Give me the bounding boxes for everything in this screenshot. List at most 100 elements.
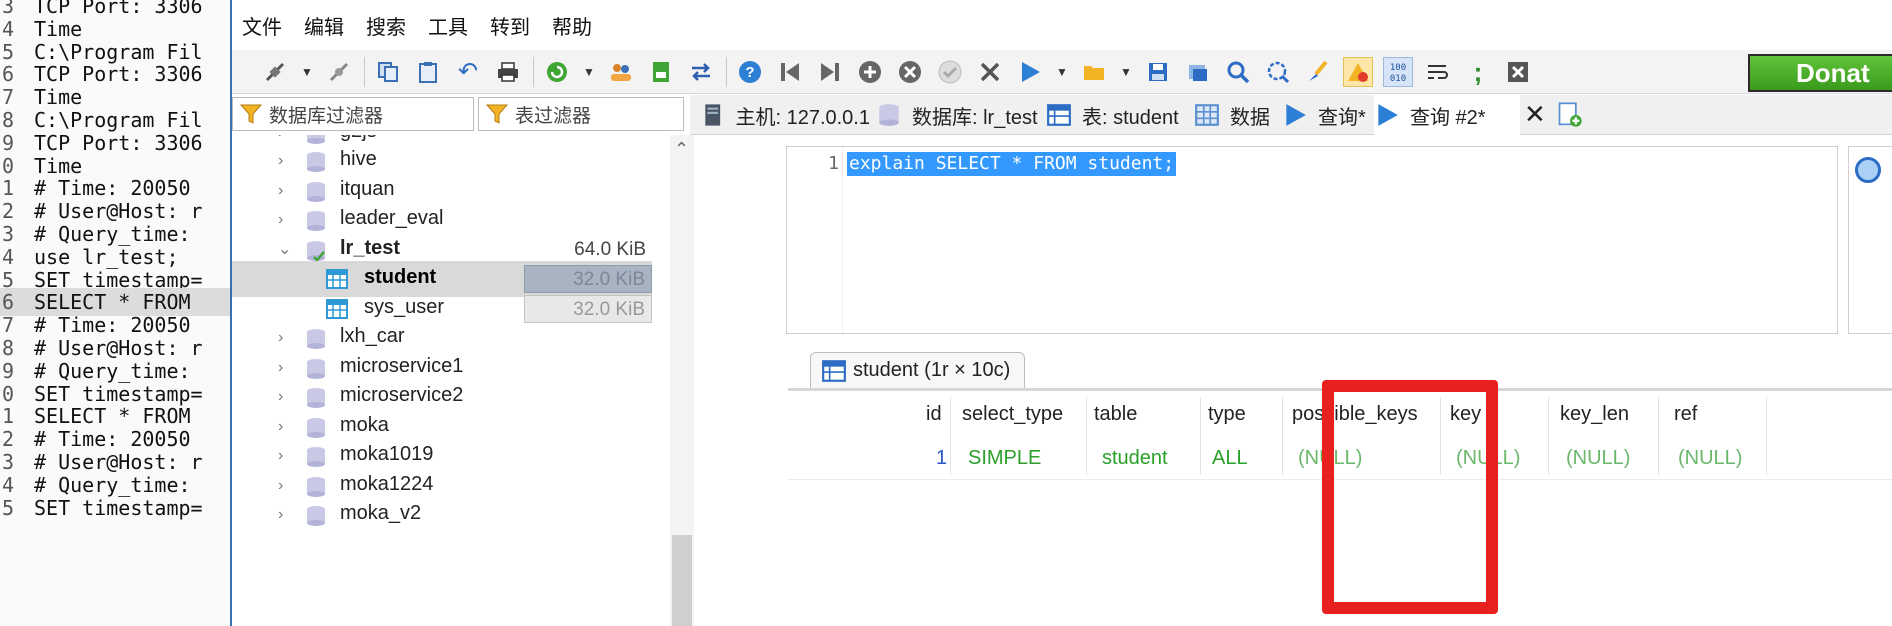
chevron-right-icon[interactable]: › bbox=[278, 418, 292, 436]
dropdown-arrow-icon[interactable]: ▼ bbox=[300, 57, 314, 87]
side-panel-edge bbox=[1848, 146, 1892, 334]
dropdown-arrow-icon[interactable]: ▼ bbox=[1119, 57, 1133, 87]
tree-item-label: student bbox=[364, 266, 437, 288]
database-icon bbox=[879, 104, 899, 126]
chevron-down-icon[interactable]: ⌄ bbox=[278, 241, 292, 259]
close-query-icon[interactable] bbox=[1503, 57, 1533, 87]
grid-cell[interactable]: ALL bbox=[1212, 447, 1248, 470]
grid-cell[interactable]: student bbox=[1102, 447, 1168, 470]
save-snippet-icon[interactable] bbox=[1183, 57, 1213, 87]
last-record-icon[interactable] bbox=[815, 57, 845, 87]
sync-arrows-icon[interactable] bbox=[686, 57, 716, 87]
open-folder-icon[interactable] bbox=[1079, 57, 1109, 87]
disconnect-plug-icon[interactable] bbox=[324, 57, 354, 87]
result-tab[interactable]: student (1r × 10c) bbox=[810, 352, 1026, 388]
word-wrap-icon[interactable] bbox=[1423, 57, 1453, 87]
export-csv-icon[interactable] bbox=[646, 57, 676, 87]
table-filter-placeholder: 表过滤器 bbox=[515, 105, 592, 127]
tab-query-label: 查询* bbox=[1318, 106, 1366, 129]
chevron-right-icon[interactable]: › bbox=[278, 388, 292, 406]
tree-item-label: moka1224 bbox=[340, 473, 434, 495]
table-filter-input[interactable]: 表过滤器 bbox=[478, 97, 684, 131]
user-manager-icon[interactable] bbox=[606, 57, 636, 87]
heidisql-window: 文件 编辑 搜索 工具 转到 帮助 ▼ ↶ ▼ ? ▼ ▼ 100 010 ; … bbox=[232, 0, 1892, 626]
paste-icon[interactable] bbox=[413, 57, 443, 87]
menu-tools[interactable]: 工具 bbox=[428, 11, 468, 40]
format-brush-icon[interactable] bbox=[1303, 57, 1333, 87]
grid-cell[interactable]: SIMPLE bbox=[968, 447, 1041, 470]
help-icon[interactable]: ? bbox=[735, 57, 765, 87]
search-icon[interactable] bbox=[1855, 157, 1881, 183]
close-tab-icon[interactable]: ✕ bbox=[1524, 99, 1546, 130]
execute-query-icon[interactable] bbox=[1015, 57, 1045, 87]
column-header[interactable]: id bbox=[926, 403, 942, 426]
donate-button[interactable]: Donat bbox=[1748, 54, 1892, 92]
tab-data[interactable]: 数据 bbox=[1194, 95, 1274, 135]
connect-plug-icon[interactable] bbox=[260, 57, 290, 87]
column-divider bbox=[1548, 397, 1549, 475]
cancel-x-icon[interactable] bbox=[975, 57, 1005, 87]
database-icon bbox=[307, 477, 325, 497]
save-icon[interactable] bbox=[1143, 57, 1173, 87]
chevron-right-icon[interactable]: › bbox=[278, 135, 292, 142]
insert-row-icon[interactable] bbox=[855, 57, 885, 87]
dropdown-arrow-icon[interactable]: ▼ bbox=[1055, 57, 1069, 87]
tab-query[interactable]: 查询* bbox=[1282, 95, 1372, 135]
column-header[interactable]: select_type bbox=[962, 403, 1063, 426]
find-icon[interactable] bbox=[1223, 57, 1253, 87]
tree-scrollbar[interactable]: ⌃ bbox=[670, 135, 694, 626]
grid-cell[interactable]: 1 bbox=[936, 447, 947, 470]
binary-mode-icon[interactable]: 100 010 bbox=[1383, 56, 1413, 87]
column-header[interactable]: type bbox=[1208, 403, 1246, 426]
chevron-right-icon[interactable]: › bbox=[278, 447, 292, 465]
undo-icon[interactable]: ↶ bbox=[453, 57, 483, 87]
menu-file[interactable]: 文件 bbox=[242, 11, 282, 40]
tab-database[interactable]: 数据库: lr_test bbox=[876, 95, 1040, 135]
log-editor-pane[interactable]: 3 TCP Port: 3306 4 Time 5 C:\Program Fil 6 TCP … bbox=[0, 0, 232, 626]
new-query-tab-icon[interactable] bbox=[1556, 101, 1584, 129]
database-filter-input[interactable]: 数据库过滤器 bbox=[232, 97, 474, 131]
semicolon-delimiter-icon[interactable]: ; bbox=[1463, 57, 1493, 87]
grid-cell[interactable]: (NULL) bbox=[1678, 447, 1742, 470]
post-check-icon[interactable] bbox=[935, 57, 965, 87]
column-header[interactable]: table bbox=[1094, 403, 1137, 426]
query-play-icon bbox=[1378, 104, 1398, 126]
warnings-icon[interactable] bbox=[1343, 56, 1373, 87]
menu-search[interactable]: 搜索 bbox=[366, 11, 406, 40]
delete-row-icon[interactable] bbox=[895, 57, 925, 87]
tree-database-item[interactable]: › moka_v2 bbox=[232, 497, 652, 533]
column-header[interactable]: ref bbox=[1674, 403, 1697, 426]
tree-item-label: microservice2 bbox=[340, 384, 464, 406]
print-icon[interactable] bbox=[493, 57, 523, 87]
selected-sql-text[interactable]: explain SELECT * FROM student; bbox=[847, 152, 1177, 176]
dropdown-arrow-icon[interactable]: ▼ bbox=[582, 57, 596, 87]
menu-goto[interactable]: 转到 bbox=[490, 11, 530, 40]
chevron-right-icon[interactable]: › bbox=[278, 182, 292, 200]
main-tabs: 主机: 127.0.0.1 数据库: lr_test 表: student 数据… bbox=[690, 95, 1892, 135]
table-icon bbox=[822, 359, 846, 382]
tree-item-size: 32.0 KiB bbox=[524, 265, 652, 293]
first-record-icon[interactable] bbox=[775, 57, 805, 87]
tree-item-label: sys_user bbox=[364, 296, 445, 318]
chevron-right-icon[interactable]: › bbox=[278, 359, 292, 377]
chevron-right-icon[interactable]: › bbox=[278, 152, 292, 170]
refresh-icon[interactable] bbox=[542, 57, 572, 87]
chevron-right-icon[interactable]: › bbox=[278, 506, 292, 524]
chevron-right-icon[interactable]: › bbox=[278, 329, 292, 347]
tab-host[interactable]: 主机: 127.0.0.1 bbox=[700, 95, 870, 135]
chevron-right-icon[interactable]: › bbox=[278, 477, 292, 495]
copy-icon[interactable] bbox=[373, 57, 403, 87]
tab-query-2[interactable]: 查询 #2* bbox=[1374, 95, 1520, 135]
menu-help[interactable]: 帮助 bbox=[552, 11, 592, 40]
grid-cell[interactable]: (NULL) bbox=[1566, 447, 1630, 470]
replace-icon[interactable] bbox=[1263, 57, 1293, 87]
table-icon bbox=[326, 269, 348, 289]
sql-query-editor[interactable]: 1 explain SELECT * FROM student; bbox=[786, 146, 1838, 334]
menu-edit[interactable]: 编辑 bbox=[304, 11, 344, 40]
scroll-up-icon[interactable]: ⌃ bbox=[674, 139, 689, 160]
chevron-right-icon[interactable]: › bbox=[278, 211, 292, 229]
tab-table[interactable]: 表: student bbox=[1046, 95, 1186, 135]
scrollbar-thumb[interactable] bbox=[672, 535, 692, 626]
database-icon bbox=[307, 329, 325, 349]
column-header[interactable]: key_len bbox=[1560, 403, 1629, 426]
